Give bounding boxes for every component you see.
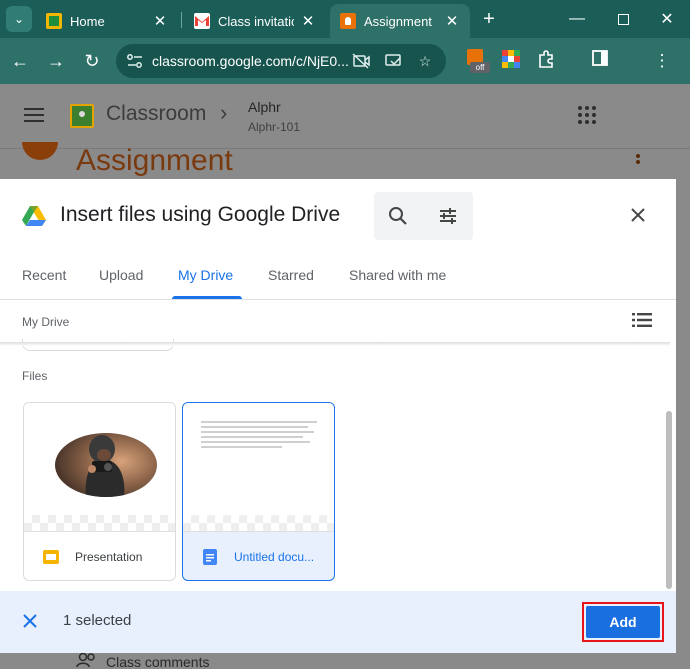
- site-info-icon[interactable]: [126, 53, 144, 69]
- file-name: Untitled docu...: [234, 550, 315, 564]
- tab-class-invitation[interactable]: Class invitation ✕: [184, 4, 326, 38]
- tab-shared-with-me[interactable]: Shared with me: [349, 267, 446, 299]
- selection-count: 1 selected: [63, 612, 132, 629]
- add-button[interactable]: Add: [586, 606, 660, 638]
- close-icon[interactable]: [628, 205, 648, 225]
- classroom-favicon-icon: [46, 13, 62, 29]
- url-text[interactable]: classroom.google.com/c/NjE0...: [152, 44, 349, 78]
- chevron-down-icon: ⌄: [13, 12, 25, 26]
- docs-icon: [201, 548, 219, 566]
- breadcrumb-bar: My Drive: [0, 300, 676, 344]
- breadcrumb-chevron-icon: ›: [220, 100, 228, 125]
- forward-button[interactable]: →: [44, 49, 68, 73]
- google-apps-icon[interactable]: [578, 106, 596, 124]
- back-arrow-icon: ←: [11, 51, 29, 71]
- bookmark-star-icon[interactable]: ☆: [416, 52, 434, 70]
- file-thumbnail: [24, 403, 175, 531]
- close-window-button[interactable]: ✕: [644, 0, 690, 38]
- tab-title: Home: [70, 13, 105, 29]
- close-icon: ✕: [660, 11, 674, 28]
- card-divider: [183, 531, 334, 532]
- reload-icon: ↻: [84, 51, 100, 71]
- header-shadow: [0, 342, 670, 346]
- tab-my-drive[interactable]: My Drive: [178, 267, 233, 299]
- classroom-logo-icon: [70, 104, 94, 128]
- extensions-puzzle-icon[interactable]: [534, 49, 558, 73]
- filter-sliders-icon[interactable]: [436, 204, 460, 228]
- minimize-icon: —: [569, 10, 585, 27]
- reload-button[interactable]: ↻: [80, 49, 104, 73]
- tab-recent[interactable]: Recent: [22, 267, 66, 299]
- people-icon: [76, 652, 98, 671]
- clear-selection-icon[interactable]: [22, 613, 38, 629]
- tab-starred[interactable]: Starred: [268, 267, 314, 299]
- close-icon[interactable]: ✕: [300, 12, 316, 30]
- tab-search-button[interactable]: ⌄: [6, 6, 32, 32]
- minimize-button[interactable]: —: [554, 0, 600, 38]
- camera-off-icon[interactable]: [352, 52, 370, 70]
- main-menu-icon[interactable]: [24, 108, 44, 122]
- browser-menu-icon[interactable]: ⋮: [650, 49, 674, 73]
- assignment-favicon-icon: [340, 13, 356, 29]
- search-tools: [374, 192, 473, 240]
- cast-icon[interactable]: [384, 52, 402, 70]
- card-divider: [24, 531, 175, 532]
- class-comments-label: Class comments: [106, 654, 210, 670]
- assignment-icon: [22, 142, 58, 160]
- extension-off-icon[interactable]: off: [466, 48, 490, 74]
- address-bar[interactable]: classroom.google.com/c/NjE0... ☆: [116, 44, 446, 78]
- files-section-label: Files: [22, 369, 48, 383]
- color-grid-extension-icon[interactable]: [502, 50, 524, 72]
- extension-badge: off: [470, 62, 490, 73]
- breadcrumb[interactable]: My Drive: [22, 315, 69, 329]
- tab-assignment[interactable]: Assignment ✕: [330, 4, 470, 38]
- maximize-icon: [617, 13, 629, 25]
- browser-tab-strip: ⌄ Home ✕ Class invitation ✕ Assignment ✕…: [0, 0, 690, 38]
- course-section: Alphr-101: [248, 120, 301, 134]
- browser-toolbar: ← → ↻ classroom.google.com/c/NjE0... ☆ o…: [0, 38, 690, 84]
- maximize-button[interactable]: [600, 0, 646, 38]
- file-thumbnail: [183, 403, 334, 531]
- drive-picker-dialog: Insert files using Google Drive Recent U…: [0, 179, 676, 653]
- thumbnail-transparency: [183, 515, 334, 531]
- forward-arrow-icon: →: [47, 51, 65, 71]
- list-view-icon[interactable]: [632, 312, 652, 328]
- back-button[interactable]: ←: [8, 49, 32, 73]
- close-icon[interactable]: ✕: [444, 12, 460, 30]
- course-name[interactable]: Alphr: [248, 99, 281, 115]
- scrollbar-thumb[interactable]: [666, 411, 672, 589]
- google-drive-icon: [22, 205, 46, 227]
- tab-title: Class invitation: [218, 13, 294, 29]
- file-card-presentation[interactable]: Presentation: [23, 402, 176, 581]
- page-title: Assignment: [76, 144, 233, 177]
- side-panel-icon[interactable]: [588, 49, 612, 73]
- dialog-title: Insert files using Google Drive: [60, 203, 341, 226]
- file-name: Presentation: [75, 550, 143, 564]
- slides-icon: [42, 548, 60, 566]
- new-tab-button[interactable]: +: [478, 8, 500, 30]
- tab-upload[interactable]: Upload: [99, 267, 143, 299]
- app-name: Classroom: [106, 102, 207, 125]
- file-card-untitled-document[interactable]: Untitled docu...: [182, 402, 335, 581]
- more-options-icon[interactable]: [636, 154, 640, 168]
- dialog-tabs: Recent Upload My Drive Starred Shared wi…: [0, 267, 676, 299]
- gmail-favicon-icon: [194, 13, 210, 29]
- selection-footer: 1 selected Add: [0, 591, 676, 653]
- tab-separator: [181, 12, 182, 28]
- tab-title: Assignment: [364, 13, 432, 29]
- search-icon[interactable]: [386, 204, 410, 228]
- tab-home[interactable]: Home ✕: [36, 4, 178, 38]
- document-preview-lines: [201, 421, 317, 451]
- photographer-thumbnail-image: [55, 433, 157, 497]
- thumbnail-transparency: [24, 515, 175, 531]
- close-icon[interactable]: ✕: [152, 12, 168, 30]
